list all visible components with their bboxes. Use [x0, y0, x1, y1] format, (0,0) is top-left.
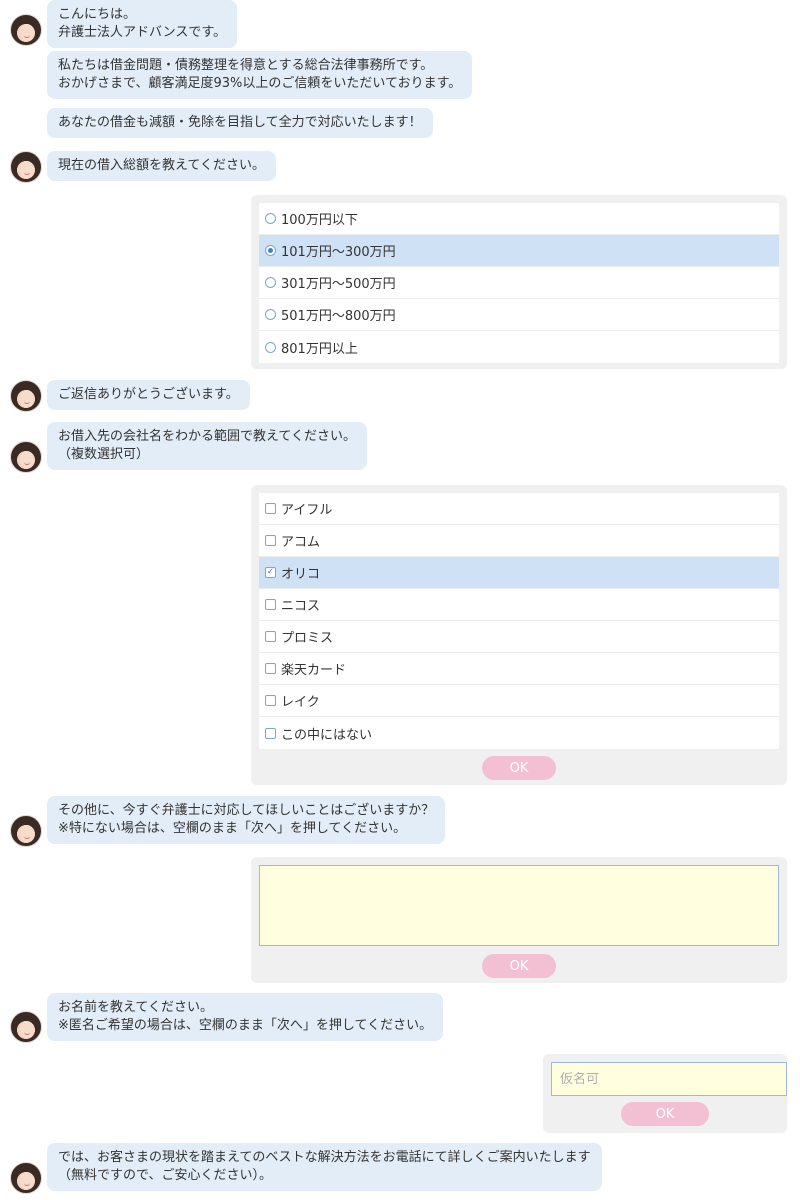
avatar: [10, 815, 42, 847]
debt-option[interactable]: 501万円〜800万円: [259, 299, 779, 331]
name-input[interactable]: [551, 1062, 787, 1096]
avatar: [10, 1011, 42, 1043]
lender-option[interactable]: 楽天カード: [259, 653, 779, 685]
lender-option-label: ニコス: [281, 599, 321, 614]
chat-message: ご返信ありがとうございます。: [47, 380, 250, 410]
lender-panel: アイフルアコム ✓ オリコニコスプロミス楽天カードレイクこの中にはない OK: [251, 485, 787, 785]
checkbox-icon[interactable]: [265, 727, 276, 739]
lender-option[interactable]: プロミス: [259, 621, 779, 653]
chat-message: お借入先の会社名をわかる範囲で教えてください。 （複数選択可）: [47, 422, 367, 470]
debt-amount-options: 100万円以下 101万円〜300万円 301万円〜500万円 501万円〜800万円…: [259, 203, 779, 363]
debt-amount-panel: 100万円以下 101万円〜300万円 301万円〜500万円 501万円〜800万円…: [251, 195, 787, 369]
avatar: [10, 380, 42, 412]
chat-message: お名前を教えてください。 ※匿名ご希望の場合は、空欄のまま「次へ」を押してくださ…: [47, 993, 444, 1041]
lender-option-label: アイフル: [281, 503, 333, 518]
lender-option-label: 楽天カード: [281, 663, 347, 678]
radio-checked-icon[interactable]: [265, 245, 276, 256]
debt-option[interactable]: 101万円〜300万円: [259, 235, 779, 267]
radio-icon[interactable]: [265, 277, 276, 288]
lender-option-label: レイク: [281, 695, 320, 710]
chat-message: 現在の借入総額を教えてください。: [47, 151, 276, 181]
chat-message: 私たちは借金問題・債務整理を得意とする総合法律事務所です。 おかげさまで、顧客満…: [47, 51, 473, 99]
chat-message: その他に、今すぐ弁護士に対応してほしいことはございますか？ ※特にない場合は、空…: [47, 796, 446, 844]
chat-message: あなたの借金も減額・免除を目指して全力で対応いたします！: [47, 108, 433, 138]
debt-option-label: 501万円〜800万円: [281, 309, 396, 324]
chat-message: では、お客さまの現状を踏まえてのベストな解決方法をお電話にて詳しくご案内いたしま…: [47, 1143, 602, 1191]
debt-option-label: 301万円〜500万円: [281, 277, 396, 292]
checkbox-icon[interactable]: [265, 663, 276, 674]
lender-option[interactable]: アイフル: [259, 493, 779, 525]
lender-option[interactable]: この中にはない: [259, 717, 779, 749]
lender-option-label: プロミス: [281, 631, 334, 646]
debt-option-label: 100万円以下: [281, 213, 358, 228]
lender-option[interactable]: アコム: [259, 525, 779, 557]
avatar: [10, 441, 42, 473]
radio-icon[interactable]: [265, 341, 276, 353]
other-request-panel: OK: [251, 857, 787, 983]
lender-option-label: オリコ: [281, 567, 321, 582]
lender-option-label: アコム: [281, 535, 321, 550]
checkbox-icon[interactable]: [265, 631, 276, 642]
checkbox-checked-icon[interactable]: ✓: [265, 567, 276, 578]
chat-message: こんにちは。 弁護士法人アドバンスです。: [47, 0, 238, 48]
lender-options: アイフルアコム ✓ オリコニコスプロミス楽天カードレイクこの中にはない: [259, 493, 779, 749]
ok-button[interactable]: OK: [482, 756, 556, 780]
debt-option-label: 101万円〜300万円: [281, 245, 396, 260]
ok-button[interactable]: OK: [621, 1102, 709, 1126]
debt-option[interactable]: 301万円〜500万円: [259, 267, 779, 299]
avatar: [10, 151, 42, 183]
lender-option[interactable]: ニコス: [259, 589, 779, 621]
other-request-textarea[interactable]: [259, 865, 779, 946]
checkbox-icon[interactable]: [265, 599, 276, 610]
debt-option-label: 801万円以上: [281, 341, 358, 357]
avatar: [10, 1162, 42, 1194]
lender-option[interactable]: ✓ オリコ: [259, 557, 779, 589]
checkbox-icon[interactable]: [265, 695, 276, 706]
checkbox-icon[interactable]: [265, 535, 276, 546]
avatar: [10, 14, 42, 46]
lender-option[interactable]: レイク: [259, 685, 779, 717]
name-panel: OK: [543, 1054, 787, 1133]
ok-button[interactable]: OK: [482, 954, 556, 978]
debt-option[interactable]: 100万円以下: [259, 203, 779, 235]
lender-option-label: この中にはない: [281, 727, 373, 743]
debt-option[interactable]: 801万円以上: [259, 331, 779, 363]
radio-icon[interactable]: [265, 213, 276, 224]
checkbox-icon[interactable]: [265, 503, 276, 514]
radio-icon[interactable]: [265, 309, 276, 320]
